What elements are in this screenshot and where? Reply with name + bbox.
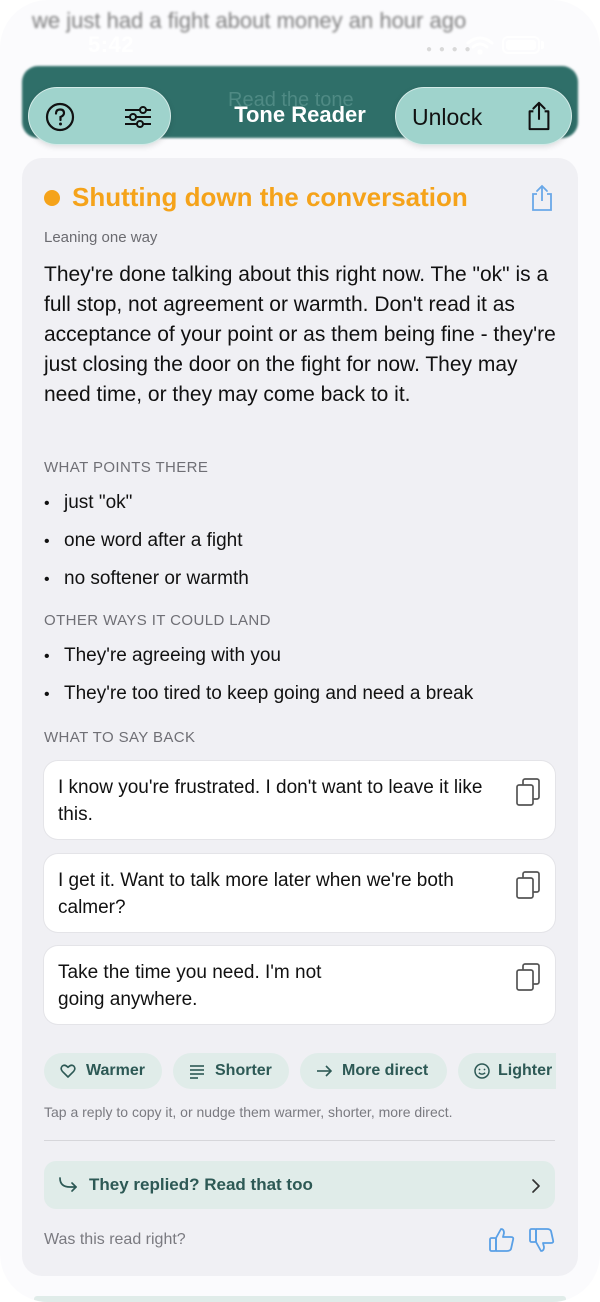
points-heading: WHAT POINTS THERE [44,459,209,476]
replies-heading: WHAT TO SAY BACK [44,729,196,746]
lines-icon [190,1065,204,1079]
battery-icon [502,36,540,54]
reply-text: I get it. Want to talk more later when w… [58,870,454,918]
reply-suggestion[interactable]: Take the time you need. I'm not going an… [44,946,555,1024]
share-icon[interactable] [524,101,554,131]
copy-icon[interactable] [515,870,541,900]
list-item: • no softener or warmth [44,568,249,589]
reply-text: Take the time you need. I'm not going an… [58,962,322,1010]
list-item: • They're too tired to keep going and nee… [44,683,474,704]
heart-icon [60,1064,76,1078]
tone-headline: Shutting down the conversation [72,182,468,212]
smiley-icon [474,1063,490,1079]
app-screen: we just had a fight about money an hour … [0,0,600,1302]
confidence-label: Leaning one way [44,229,158,246]
settings-sliders-icon[interactable] [123,102,153,132]
left-toolbar-pill [28,87,171,145]
thumbs-down-icon[interactable] [528,1226,556,1254]
reply-text: I know you're frustrated. I don't want t… [58,777,483,825]
copy-icon[interactable] [515,962,541,992]
feedback-prompt: Was this read right? [44,1231,186,1248]
status-bar: 5:42 ● ● ● ● [0,30,600,62]
arrow-right-icon [317,1065,332,1077]
chip-more-direct[interactable]: More direct [300,1053,447,1089]
they-replied-link[interactable]: They replied? Read that too [44,1161,555,1209]
tone-status-dot [44,190,60,206]
list-item: • one word after a fight [44,530,243,551]
status-time: 5:42 [88,32,135,57]
tone-summary: They're done talking about this right no… [44,263,556,406]
reply-suggestion[interactable]: I get it. Want to talk more later when w… [44,854,555,932]
reply-suggestion[interactable]: I know you're frustrated. I don't want t… [44,761,555,839]
chip-warmer[interactable]: Warmer [44,1053,162,1089]
copy-icon[interactable] [515,777,541,807]
list-item: • They're agreeing with you [44,645,281,666]
list-item: • just "ok" [44,492,133,513]
chip-shorter[interactable]: Shorter [173,1053,289,1089]
thumbs-up-icon[interactable] [488,1226,516,1254]
help-icon[interactable] [45,102,75,132]
right-toolbar-pill: Unlock [395,87,572,145]
next-card-edge [34,1296,566,1302]
app-title: Tone Reader [234,102,366,127]
wifi-icon [466,36,494,55]
chevron-right-icon [532,1179,540,1193]
other-ways-heading: OTHER WAYS IT COULD LAND [44,612,271,629]
share-result-icon[interactable] [530,184,554,212]
hint-text: Tap a reply to copy it, or nudge them wa… [44,1104,453,1120]
unlock-button[interactable]: Unlock [412,104,482,131]
chip-lighter[interactable]: Lighter [458,1053,556,1089]
reply-arrow-icon [59,1177,77,1192]
they-replied-label: They replied? Read that too [89,1175,313,1194]
battery-tip [541,41,544,49]
divider [44,1140,555,1141]
